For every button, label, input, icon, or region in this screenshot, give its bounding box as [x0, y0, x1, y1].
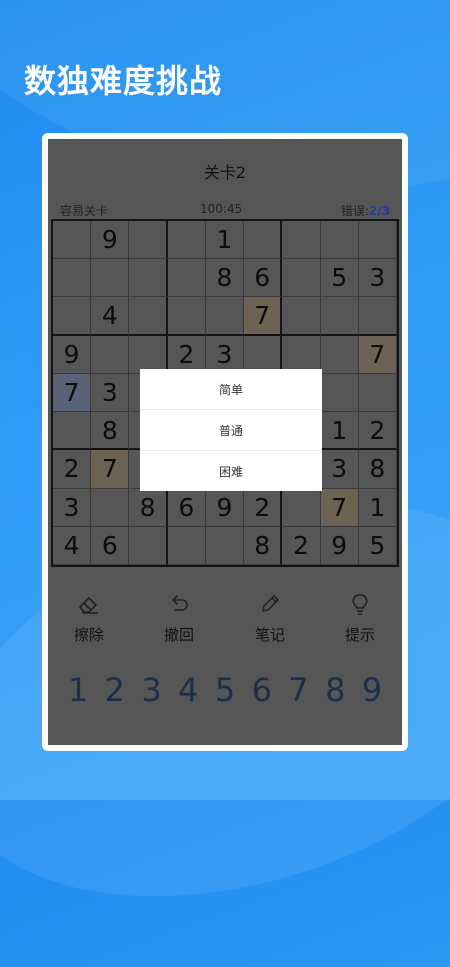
sudoku-cell[interactable]: 6 — [244, 259, 283, 298]
sudoku-cell[interactable]: 2 — [244, 488, 283, 527]
sudoku-cell[interactable] — [282, 221, 321, 260]
erase-button[interactable]: 擦除 — [54, 592, 124, 645]
sudoku-cell[interactable] — [129, 221, 168, 260]
sudoku-cell[interactable]: 1 — [320, 412, 359, 451]
hint-label: 提示 — [344, 626, 375, 644]
number-key-6[interactable]: 6 — [248, 671, 276, 721]
sudoku-cell[interactable]: 4 — [91, 297, 130, 336]
sudoku-cell[interactable]: 2 — [282, 526, 321, 565]
sudoku-cell[interactable] — [167, 259, 206, 298]
number-pad: 1 2 3 4 5 6 7 8 9 — [64, 671, 386, 721]
sudoku-cell[interactable] — [91, 488, 130, 527]
sudoku-cell[interactable] — [91, 335, 130, 374]
sudoku-cell[interactable] — [320, 373, 359, 413]
sudoku-cell[interactable]: 5 — [320, 259, 359, 298]
number-key-9[interactable]: 9 — [358, 671, 386, 721]
sudoku-cell[interactable] — [129, 297, 168, 336]
sudoku-cell[interactable]: 8 — [244, 526, 283, 565]
number-key-8[interactable]: 8 — [321, 671, 349, 721]
sudoku-cell[interactable] — [282, 259, 321, 298]
undo-icon — [172, 595, 188, 611]
difficulty-option-hard[interactable]: 困难 — [140, 451, 322, 491]
sudoku-cell[interactable] — [320, 221, 359, 260]
error-counter: 错误:2/3 — [341, 202, 390, 219]
difficulty-label: 容易关卡 — [60, 204, 109, 218]
sudoku-cell[interactable]: 9 — [91, 221, 130, 260]
pencil-icon — [262, 595, 279, 612]
sudoku-cell[interactable] — [91, 259, 130, 298]
sudoku-cell[interactable] — [282, 488, 321, 527]
errors-label: 错误: — [340, 204, 369, 218]
sudoku-cell[interactable] — [167, 526, 206, 565]
sudoku-cell[interactable]: 4 — [53, 526, 92, 565]
sudoku-cell[interactable] — [129, 259, 168, 298]
sudoku-cell[interactable] — [53, 412, 92, 451]
eraser-icon — [79, 597, 98, 614]
sudoku-cell[interactable] — [205, 526, 245, 565]
sudoku-cell[interactable] — [358, 373, 397, 413]
hint-button[interactable]: 提示 — [325, 592, 395, 645]
page-headline: 数独难度挑战 — [24, 62, 223, 100]
number-key-5[interactable]: 5 — [211, 671, 239, 721]
sudoku-cell[interactable]: 7 — [358, 335, 397, 374]
sudoku-cell[interactable]: 9 — [205, 488, 245, 527]
tool-bar: 擦除 撤回 笔记 提示 — [48, 592, 402, 652]
notes-label: 笔记 — [254, 626, 285, 644]
sudoku-cell[interactable]: 1 — [205, 221, 245, 260]
sudoku-cell[interactable] — [53, 297, 92, 336]
number-key-3[interactable]: 3 — [138, 671, 166, 721]
number-key-1[interactable]: 1 — [64, 671, 92, 721]
sudoku-cell[interactable]: 3 — [91, 373, 130, 413]
lightbulb-icon — [352, 594, 368, 615]
sudoku-cell[interactable] — [358, 297, 397, 336]
level-title: 关卡2 — [203, 163, 247, 182]
sudoku-cell[interactable] — [320, 335, 359, 374]
sudoku-cell[interactable]: 6 — [91, 526, 130, 565]
sudoku-cell[interactable] — [358, 221, 397, 260]
sudoku-cell[interactable]: 6 — [167, 488, 206, 527]
undo-button[interactable]: 撤回 — [144, 592, 214, 645]
number-key-7[interactable]: 7 — [285, 671, 313, 721]
difficulty-option-normal[interactable]: 普通 — [140, 410, 322, 451]
sudoku-cell[interactable]: 3 — [358, 259, 397, 298]
difficulty-option-easy[interactable]: 简单 — [140, 369, 322, 410]
sudoku-cell[interactable] — [53, 259, 92, 298]
phone-frame: 关卡2 容易关卡 100:45 错误:2/3 91865347923773812… — [42, 133, 408, 751]
sudoku-cell[interactable]: 2 — [53, 450, 92, 489]
difficulty-dialog: 简单 普通 困难 — [140, 369, 322, 491]
sudoku-cell[interactable]: 8 — [205, 259, 245, 298]
notes-button[interactable]: 笔记 — [235, 592, 305, 645]
erase-label: 擦除 — [73, 626, 104, 644]
number-key-2[interactable]: 2 — [101, 671, 129, 721]
game-screen: 关卡2 容易关卡 100:45 错误:2/3 91865347923773812… — [48, 139, 402, 745]
errors-count: 2/3 — [368, 204, 390, 218]
sudoku-cell[interactable]: 1 — [358, 488, 397, 527]
sudoku-cell[interactable]: 7 — [244, 297, 283, 336]
sudoku-cell[interactable]: 7 — [91, 450, 130, 489]
sudoku-cell[interactable]: 3 — [320, 450, 359, 489]
sudoku-cell[interactable] — [167, 297, 206, 336]
sudoku-cell[interactable]: 7 — [53, 373, 92, 413]
number-key-4[interactable]: 4 — [174, 671, 202, 721]
sudoku-cell[interactable]: 8 — [358, 450, 397, 489]
sudoku-cell[interactable] — [167, 221, 206, 260]
sudoku-cell[interactable]: 8 — [91, 412, 130, 451]
sudoku-cell[interactable]: 9 — [53, 335, 92, 374]
sudoku-cell[interactable]: 5 — [358, 526, 397, 565]
sudoku-cell[interactable] — [244, 221, 283, 260]
sudoku-cell[interactable]: 2 — [358, 412, 397, 451]
sudoku-cell[interactable] — [205, 297, 245, 336]
timer: 100:45 — [200, 202, 243, 216]
sudoku-cell[interactable] — [282, 297, 321, 336]
sudoku-cell[interactable] — [320, 297, 359, 336]
sudoku-cell[interactable]: 3 — [53, 488, 92, 527]
sudoku-cell[interactable]: 7 — [320, 488, 359, 527]
undo-label: 撤回 — [163, 626, 194, 644]
sudoku-cell[interactable]: 9 — [320, 526, 359, 565]
sudoku-cell[interactable] — [129, 526, 168, 565]
sudoku-cell[interactable]: 8 — [129, 488, 168, 527]
sudoku-cell[interactable] — [53, 221, 92, 260]
